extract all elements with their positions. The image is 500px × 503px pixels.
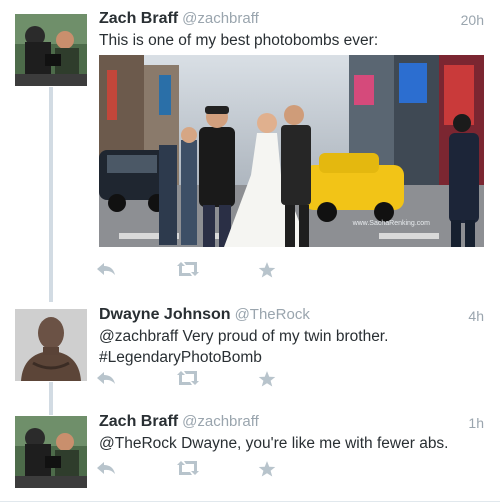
tweet-text-line: @zachbraff Very proud of my twin brother… (99, 328, 389, 345)
author-name[interactable]: Zach Braff (99, 413, 178, 430)
hashtag-link[interactable]: #LegendaryPhotoBomb (99, 347, 484, 368)
author-handle[interactable]: @zachbraff (182, 10, 259, 27)
author-handle[interactable]: @TheRock (235, 306, 310, 323)
star-icon[interactable] (258, 460, 276, 483)
avatar[interactable] (15, 416, 87, 488)
tweet-text: This is one of my best photobombs ever: (99, 32, 379, 49)
tweet[interactable]: Dwayne Johnson @TheRock 4h @zachbraff Ver… (0, 295, 500, 400)
tweet-time: 20h (460, 12, 484, 28)
avatar[interactable] (15, 309, 87, 381)
tweet-text: @zachbraff Very proud of my twin brother… (99, 326, 484, 368)
retweet-icon[interactable] (175, 460, 201, 481)
star-icon[interactable] (258, 370, 276, 393)
reply-icon[interactable] (96, 370, 116, 391)
photo-credit: www.SachaRenking.com (352, 220, 430, 227)
tweet-time: 4h (468, 308, 484, 324)
retweet-icon[interactable] (175, 261, 201, 282)
star-icon[interactable] (258, 261, 276, 284)
reply-icon[interactable] (96, 261, 116, 282)
author-name[interactable]: Dwayne Johnson (99, 306, 231, 323)
avatar[interactable] (15, 14, 87, 86)
tweet[interactable]: Zach Braff @zachbraff 20h This is one of … (0, 0, 500, 295)
divider (0, 501, 500, 502)
tweet-time: 1h (468, 415, 484, 431)
tweet-photo[interactable]: www.SachaRenking.com (99, 55, 484, 247)
tweet[interactable]: Zach Braff @zachbraff 1h @TheRock Dwayne,… (0, 402, 500, 503)
author-handle[interactable]: @zachbraff (182, 413, 259, 430)
author-name[interactable]: Zach Braff (99, 10, 178, 27)
reply-icon[interactable] (96, 460, 116, 481)
tweet-text: @TheRock Dwayne, you're like me with few… (99, 435, 449, 452)
retweet-icon[interactable] (175, 370, 201, 391)
